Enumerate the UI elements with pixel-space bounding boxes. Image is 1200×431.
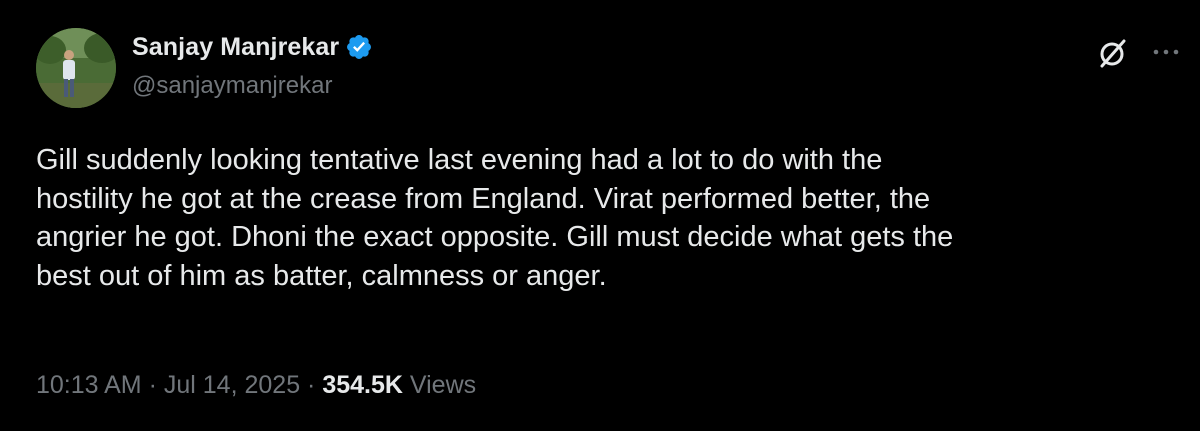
tweet-card: Sanjay Manjrekar @sanjaymanjrekar Gill s… [0, 0, 1200, 431]
tweet-text-line: hostility he got at the crease from Engl… [36, 182, 931, 215]
more-options-button[interactable] [1148, 38, 1184, 66]
more-horizontal-icon [1153, 49, 1179, 55]
meta-separator: · [148, 371, 157, 399]
tweet-date[interactable]: Jul 14, 2025 [164, 371, 300, 399]
grok-slashed-circle-icon [1100, 39, 1126, 68]
avatar-photo [36, 28, 116, 108]
author-display-name[interactable]: Sanjay Manjrekar [132, 33, 339, 62]
tweet-text: Gill suddenly looking tentative last eve… [36, 141, 1176, 295]
tweet-text-line: angrier he got. Dhoni the exact opposite… [36, 221, 954, 253]
tweet-meta: 10:13 AM · Jul 14, 2025 · 354.5K Views [36, 371, 476, 400]
meta-separator: · [307, 371, 316, 399]
author-block: Sanjay Manjrekar @sanjaymanjrekar [132, 32, 373, 100]
tweet-text-line: Gill suddenly looking tentative last eve… [36, 144, 883, 176]
verified-badge-icon[interactable] [345, 33, 373, 61]
views-label: Views [409, 371, 477, 399]
grok-button[interactable] [1096, 36, 1130, 70]
tweet-text-line: best out of him as batter, calmness or a… [36, 259, 607, 292]
name-row: Sanjay Manjrekar [132, 32, 373, 62]
author-handle[interactable]: @sanjaymanjrekar [132, 72, 373, 100]
avatar[interactable] [36, 28, 116, 108]
tweet-time[interactable]: 10:13 AM [36, 371, 142, 399]
views-count[interactable]: 354.5K [322, 371, 403, 399]
